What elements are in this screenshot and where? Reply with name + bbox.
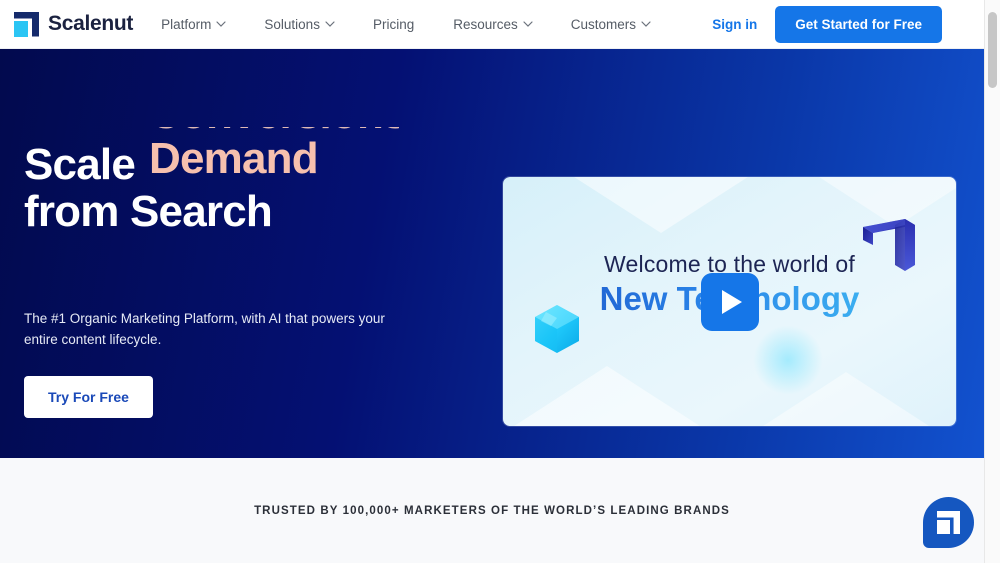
- nav-item-pricing-label: Pricing: [372, 16, 415, 32]
- decor-triangle-top-icon: [571, 177, 751, 233]
- primary-nav-links: Platform Solutions Pricing Resources Cus…: [161, 11, 689, 38]
- chevron-down-icon: [641, 19, 651, 28]
- hero-headline-line-2: from Search: [24, 187, 273, 237]
- nav-item-solutions-label: Solutions: [264, 16, 320, 32]
- get-started-button[interactable]: Get Started for Free: [775, 5, 942, 43]
- nav-item-customers-label: Customers: [570, 16, 637, 32]
- decor-glow: [753, 325, 823, 395]
- scrollbar-thumb[interactable]: [988, 12, 997, 88]
- vertical-scrollbar[interactable]: [984, 0, 1000, 563]
- brand-logo-link[interactable]: Scalenut: [14, 11, 134, 37]
- nav-item-pricing[interactable]: Pricing: [373, 11, 436, 38]
- hero-headline-static-word: Scale: [24, 140, 136, 189]
- hero-copy-column: Scale Conversions Demand from Search The…: [24, 49, 484, 458]
- try-for-free-button[interactable]: Try For Free: [24, 376, 153, 418]
- nav-item-platform-label: Platform: [161, 16, 212, 32]
- sign-in-link[interactable]: Sign in: [712, 17, 757, 32]
- hero-subheadline: The #1 Organic Marketing Platform, with …: [24, 311, 385, 347]
- trusted-by-text: TRUSTED BY 100,000+ MARKETERS OF THE WOR…: [254, 504, 730, 517]
- top-navigation-bar: Scalenut Platform Solutions Pricing Reso…: [0, 0, 984, 49]
- hero-section: Scale Conversions Demand from Search The…: [0, 49, 984, 458]
- play-icon[interactable]: [700, 272, 759, 331]
- hero-headline: Scale Conversions Demand from Search: [24, 127, 484, 235]
- nav-item-platform[interactable]: Platform: [161, 11, 247, 38]
- hero-video-thumbnail[interactable]: Welcome to the world of New Technology: [503, 177, 956, 426]
- chat-widget-logo-icon: [937, 511, 960, 534]
- hero-headline-line-1: Scale Conversions Demand: [24, 127, 484, 188]
- nav-item-solutions[interactable]: Solutions: [264, 11, 356, 38]
- nav-actions: Sign in Get Started for Free: [712, 5, 984, 43]
- chevron-down-icon: [325, 19, 335, 28]
- chat-widget-icon[interactable]: [923, 497, 974, 548]
- hero-rotating-word: Conversions Demand: [149, 127, 399, 179]
- chevron-down-icon: [523, 19, 533, 28]
- decor-triangle-bottom-icon: [511, 366, 703, 426]
- nav-item-resources-label: Resources: [453, 16, 518, 32]
- trusted-by-section: TRUSTED BY 100,000+ MARKETERS OF THE WOR…: [0, 458, 984, 563]
- brand-name: Scalenut: [48, 12, 134, 35]
- page-root: Scalenut Platform Solutions Pricing Reso…: [0, 0, 1000, 563]
- chevron-down-icon: [216, 19, 227, 28]
- nav-item-resources[interactable]: Resources: [453, 11, 554, 38]
- nav-item-customers[interactable]: Customers: [571, 11, 672, 38]
- scalenut-logo-icon: [14, 11, 39, 37]
- play-triangle-icon: [722, 289, 742, 314]
- browser-viewport: Scalenut Platform Solutions Pricing Reso…: [0, 0, 984, 563]
- hero-rotating-word-current: Demand: [149, 134, 319, 179]
